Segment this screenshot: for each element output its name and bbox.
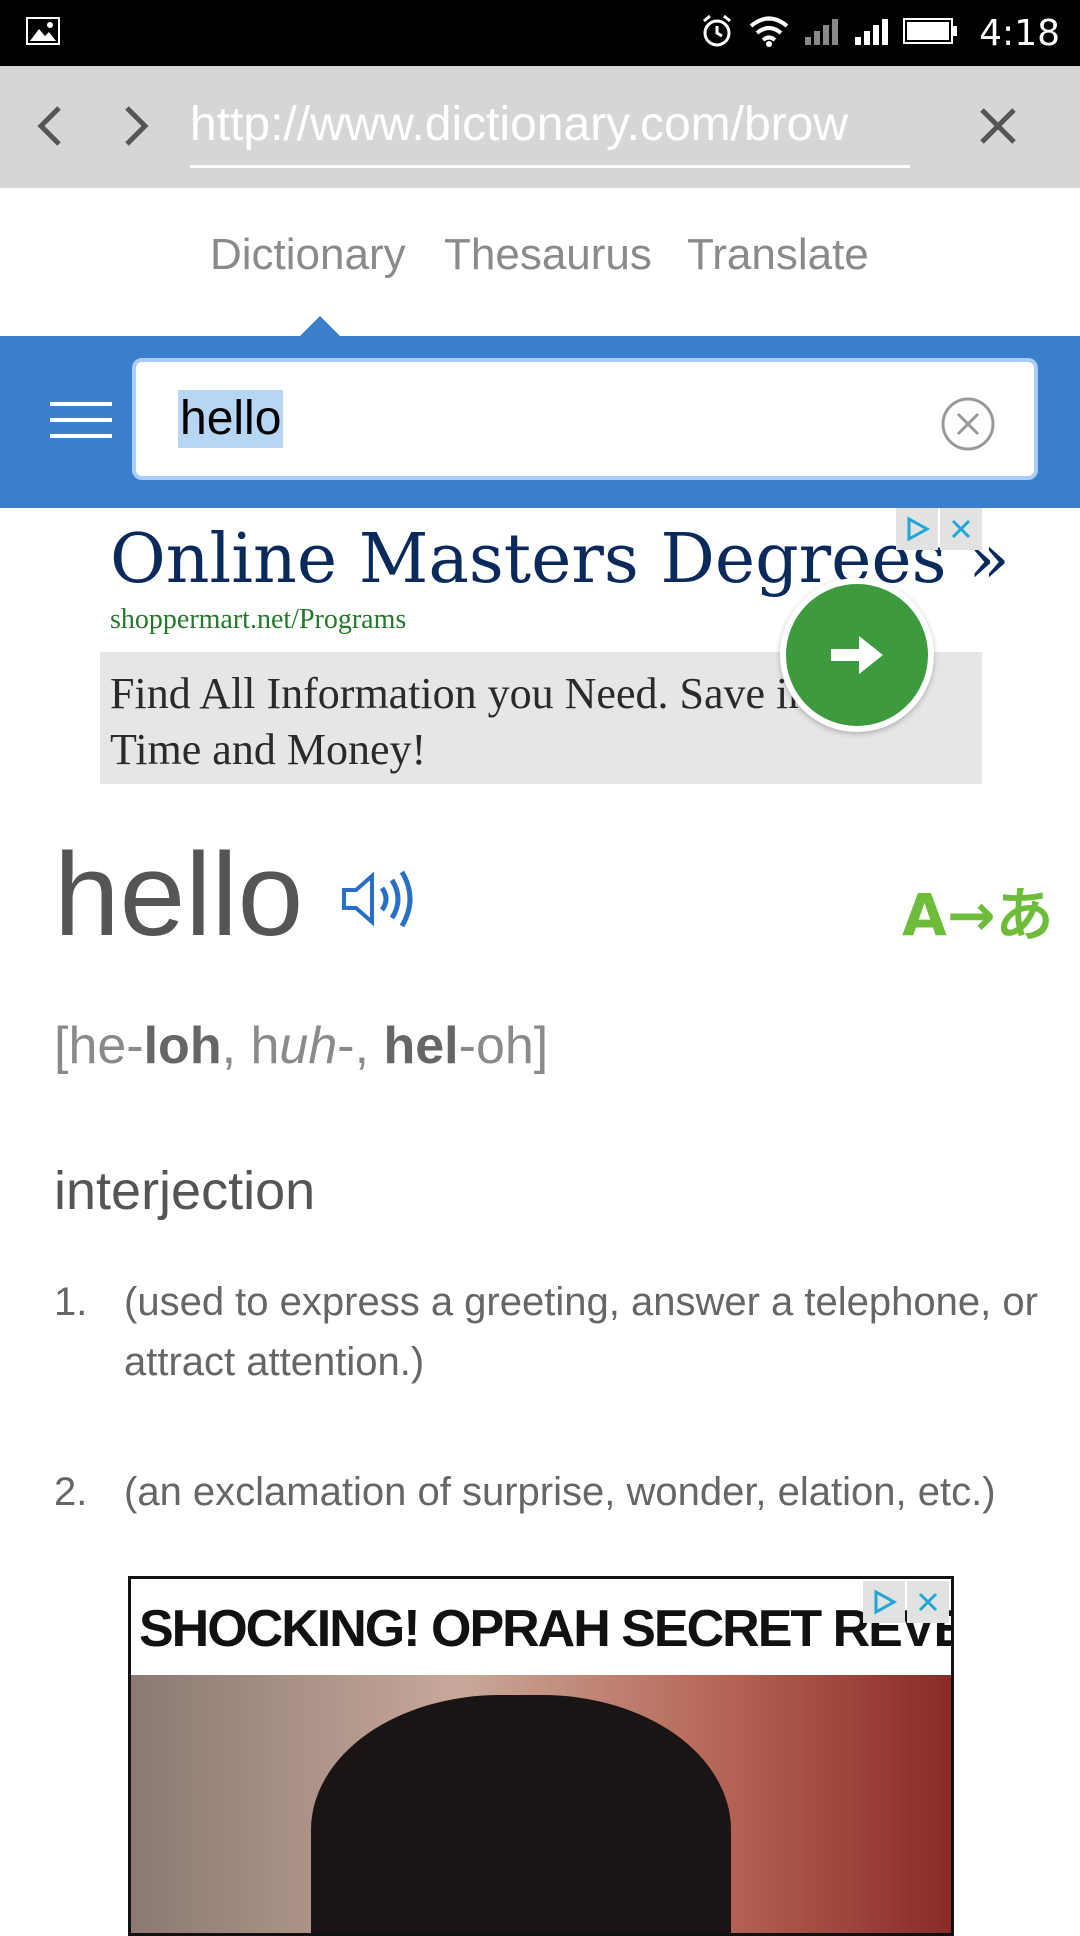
chevron-right-icon — [125, 106, 149, 146]
menu-button[interactable] — [50, 402, 112, 442]
ad-image-subject — [311, 1695, 731, 1933]
ad-badges — [863, 1581, 949, 1623]
translate-icon[interactable]: A→あ — [902, 868, 1054, 952]
close-icon — [980, 108, 1016, 144]
alarm-icon — [699, 13, 735, 54]
ad-badges — [896, 508, 982, 550]
tab-translate[interactable]: Translate — [687, 230, 869, 280]
clear-icon — [941, 397, 995, 451]
ad-go-button[interactable] — [780, 578, 934, 732]
forward-button[interactable] — [106, 96, 166, 156]
definition-number: 1. — [54, 1280, 88, 1324]
clear-search-button[interactable] — [940, 396, 996, 452]
headword: hello — [54, 829, 304, 961]
definition-text: (used to express a greeting, answer a te… — [124, 1280, 1038, 1384]
battery-icon — [903, 16, 959, 51]
ad-url[interactable]: shoppermart.net/Programs — [110, 604, 406, 636]
wifi-icon — [749, 15, 789, 52]
gallery-notification-icon — [26, 16, 60, 50]
search-bar: hello — [0, 316, 1080, 508]
pronunciation: [he-loh, huh-, hel-oh] — [54, 1017, 549, 1075]
chevron-left-icon — [37, 106, 61, 146]
ad-close-icon[interactable] — [907, 1581, 949, 1623]
definition-text: (an exclamation of surprise, wonder, ela… — [124, 1470, 996, 1514]
browser-toolbar: http://www.dictionary.com/brow — [0, 66, 1080, 188]
tab-dictionary[interactable]: Dictionary — [210, 230, 406, 280]
ad-close-icon[interactable] — [940, 508, 982, 550]
adchoices-icon[interactable] — [896, 508, 938, 550]
tab-thesaurus[interactable]: Thesaurus — [444, 230, 652, 280]
ad-banner-top[interactable]: Online Masters Degrees » shoppermart.net… — [100, 508, 1010, 784]
close-button[interactable] — [968, 96, 1028, 156]
ad-banner-bottom[interactable]: SHOCKING! OPRAH SECRET REVEALED! — [128, 1576, 954, 1936]
ad-headline: SHOCKING! OPRAH SECRET REVEALED! — [131, 1579, 951, 1675]
definition-number: 2. — [54, 1470, 88, 1514]
signal-sim1-icon — [803, 15, 839, 52]
back-button[interactable] — [20, 96, 80, 156]
status-bar: 4:18 — [0, 0, 1080, 66]
site-tabs: Dictionary Thesaurus Translate — [0, 188, 1080, 336]
speaker-icon — [342, 870, 413, 928]
arrow-right-icon — [831, 636, 883, 674]
status-time: 4:18 — [979, 12, 1060, 54]
audio-pronunciation-button[interactable] — [340, 862, 414, 936]
active-tab-indicator — [300, 316, 340, 336]
search-input[interactable]: hello — [132, 358, 1038, 480]
adchoices-icon[interactable] — [863, 1581, 905, 1623]
url-input[interactable]: http://www.dictionary.com/brow — [190, 82, 910, 168]
signal-sim2-icon — [853, 15, 889, 52]
part-of-speech: interjection — [54, 1161, 316, 1221]
search-input-value: hello — [178, 390, 284, 448]
